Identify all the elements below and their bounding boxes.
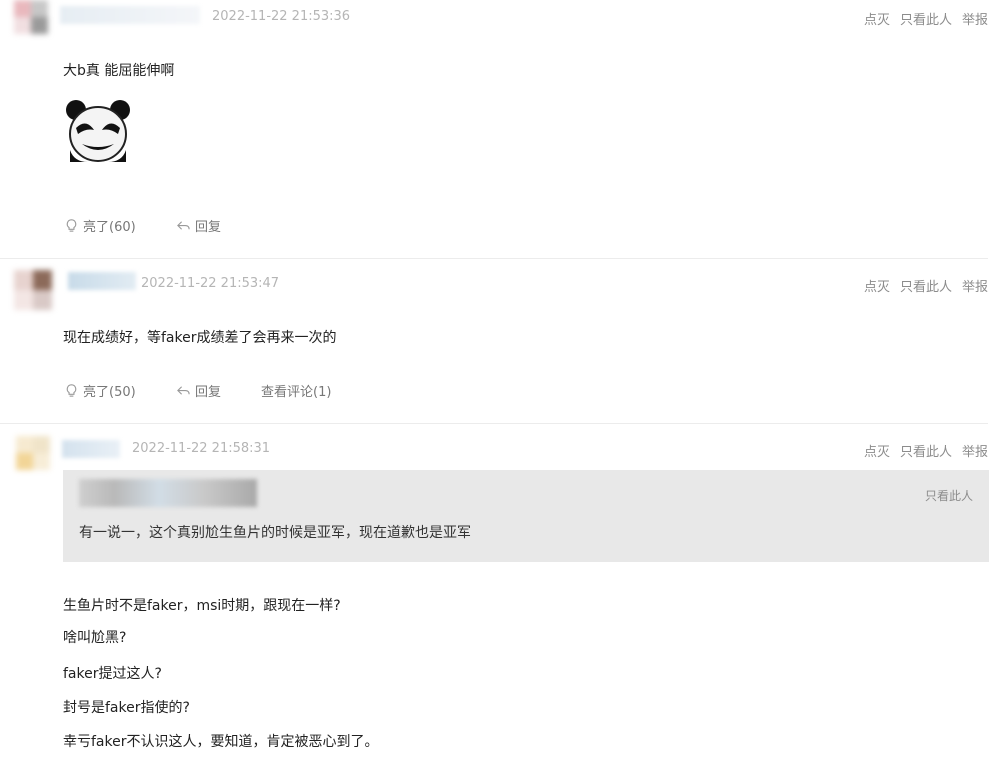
quoted-comment: 只看此人 有一说一，这个真别尬生鱼片的时候是亚军，现在道歉也是亚军 xyxy=(63,470,989,562)
comment-time: 2022-11-22 21:53:36 xyxy=(212,9,351,24)
dislike-button[interactable]: 点灭 xyxy=(864,9,890,28)
quoted-text: 有一说一，这个真别尬生鱼片的时候是亚军，现在道歉也是亚军 xyxy=(79,525,471,541)
reply-label: 回复 xyxy=(195,385,222,400)
report-button[interactable]: 举报 xyxy=(962,276,988,295)
only-view-button[interactable]: 只看此人 xyxy=(900,9,952,28)
username-blurred[interactable] xyxy=(68,272,136,290)
lightbulb-icon xyxy=(66,384,77,397)
reply-label: 回复 xyxy=(195,220,222,235)
reply-button[interactable]: 回复 xyxy=(176,381,221,400)
username-blurred[interactable] xyxy=(62,440,120,458)
like-count-label: 亮了(60) xyxy=(83,220,136,235)
comment-line: 生鱼片时不是faker，msi时期，跟现在一样? xyxy=(63,598,341,614)
comment-time: 2022-11-22 21:53:47 xyxy=(141,276,280,291)
avatar[interactable] xyxy=(14,0,48,34)
reply-button[interactable]: 回复 xyxy=(176,216,221,235)
comment-line: 封号是faker指使的? xyxy=(63,700,190,716)
lightbulb-icon xyxy=(66,219,77,232)
panda-meme-sticker xyxy=(66,98,130,164)
comment-time: 2022-11-22 21:58:31 xyxy=(132,441,271,456)
reply-arrow-icon xyxy=(177,386,190,395)
comment-line: 幸亏faker不认识这人，要知道，肯定被恶心到了。 xyxy=(63,734,379,750)
only-view-button[interactable]: 只看此人 xyxy=(900,441,952,460)
like-button[interactable]: 亮了(60) xyxy=(64,216,136,235)
divider xyxy=(0,258,988,259)
comment-line: 啥叫尬黑? xyxy=(63,630,127,646)
divider xyxy=(0,423,988,424)
avatar[interactable] xyxy=(16,436,50,470)
comment-text: 现在成绩好，等faker成绩差了会再来一次的 xyxy=(63,330,337,346)
reply-arrow-icon xyxy=(177,221,190,230)
comment-actions: 点灭 只看此人 举报 xyxy=(864,9,988,28)
quoted-username-blurred xyxy=(79,479,257,507)
comment-actions: 点灭 只看此人 举报 xyxy=(864,441,988,460)
like-button[interactable]: 亮了(50) xyxy=(64,381,136,400)
comment-line: faker提过这人? xyxy=(63,666,162,682)
like-count-label: 亮了(50) xyxy=(83,385,136,400)
comment-actions: 点灭 只看此人 举报 xyxy=(864,276,988,295)
avatar[interactable] xyxy=(14,270,52,310)
report-button[interactable]: 举报 xyxy=(962,9,988,28)
dislike-button[interactable]: 点灭 xyxy=(864,441,890,460)
username-blurred[interactable] xyxy=(60,6,200,24)
dislike-button[interactable]: 点灭 xyxy=(864,276,890,295)
quote-only-view-button[interactable]: 只看此人 xyxy=(925,487,973,504)
comment-text: 大b真 能屈能伸啊 xyxy=(63,63,175,79)
view-comments-label: 查看评论(1) xyxy=(261,385,332,400)
view-comments-button[interactable]: 查看评论(1) xyxy=(261,381,331,400)
report-button[interactable]: 举报 xyxy=(962,441,988,460)
only-view-button[interactable]: 只看此人 xyxy=(900,276,952,295)
